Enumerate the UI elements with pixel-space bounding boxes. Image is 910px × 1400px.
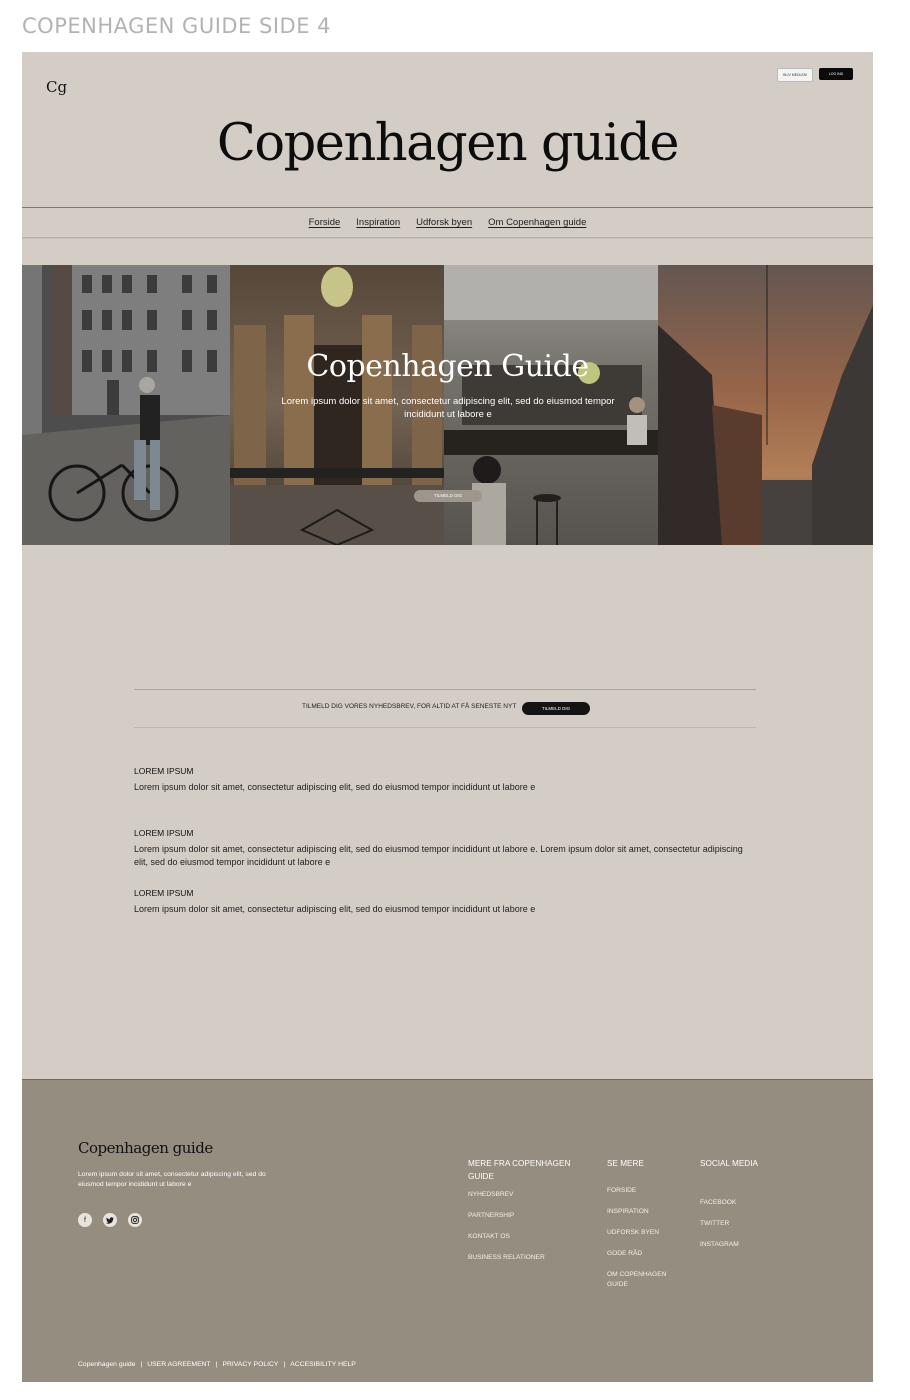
footer-link-partnership[interactable]: PARTNERSHIP [468, 1211, 588, 1221]
footer-link-facebook[interactable]: FACEBOOK [700, 1198, 790, 1208]
site-logo[interactable]: Cg [46, 64, 73, 96]
logo-letter-c: C [46, 78, 58, 96]
nav-item-udforsk-byen[interactable]: Udforsk byen [416, 217, 472, 228]
faq-item: LOREM IPSUM Lorem ipsum dolor sit amet, … [134, 888, 754, 916]
hero-title: Copenhagen Guide [306, 349, 589, 384]
footer-social-icons: f [78, 1213, 142, 1227]
footer-separator: | [283, 1361, 286, 1368]
footer-link-kontakt-os[interactable]: KONTAKT OS [468, 1232, 588, 1242]
footer-link-inspiration[interactable]: INSPIRATION [607, 1207, 687, 1217]
footer-col-heading: SE MERE [607, 1159, 644, 1168]
footer-privacy-policy-link[interactable]: PRIVACY POLICY [222, 1361, 278, 1368]
faq-body: Lorem ipsum dolor sit amet, consectetur … [134, 782, 536, 792]
faq-body: Lorem ipsum dolor sit amet, consectetur … [134, 904, 536, 914]
page-title: Copenhagen guide [216, 114, 680, 173]
hero-signup-button[interactable]: TILMELD DIG [414, 490, 482, 502]
footer-bottom-links: Copenhagen guide | USER AGREEMENT | PRIV… [78, 1361, 356, 1368]
page-frame: Cg BLIV MEDLEM LOG IND Copenhagen guide … [22, 52, 873, 1382]
faq-heading: LOREM IPSUM [134, 888, 194, 898]
footer-description: Lorem ipsum dolor sit amet, consectetur … [78, 1171, 266, 1188]
footer-bottom-brand[interactable]: Copenhagen guide [78, 1361, 135, 1368]
nav-item-inspiration[interactable]: Inspiration [356, 217, 400, 228]
footer-link-udforsk-byen[interactable]: UDFORSK BYEN [607, 1228, 687, 1238]
footer-accessibility-help-link[interactable]: ACCESIBILITY HELP [290, 1361, 356, 1368]
footer-link-gode-raad[interactable]: GODE RÅD [607, 1249, 687, 1259]
nav-item-forside[interactable]: Forside [309, 217, 341, 228]
page-label: COPENHAGEN GUIDE SIDE 4 [22, 14, 331, 38]
footer-link-instagram[interactable]: INSTAGRAM [700, 1240, 790, 1250]
footer-col-heading: MERE FRA COPENHAGEN GUIDE [468, 1159, 571, 1181]
footer-link-nyhedsbrev[interactable]: NYHEDSBREV [468, 1190, 588, 1200]
nav-divider [22, 238, 873, 239]
faq-item: LOREM IPSUM Lorem ipsum dolor sit amet, … [134, 766, 754, 794]
twitter-icon[interactable] [103, 1213, 117, 1227]
faq-heading: LOREM IPSUM [134, 766, 194, 776]
footer-separator: | [140, 1361, 143, 1368]
footer-col-social-media: SOCIAL MEDIA FACEBOOK TWITTER INSTAGRAM [700, 1157, 790, 1250]
facebook-icon[interactable]: f [78, 1213, 92, 1227]
hero-text: Lorem ipsum dolor sit amet, consectetur … [281, 396, 615, 420]
newsletter-bar: TILMELD DIG VORES NYHEDSBREV, FOR ALTID … [134, 689, 756, 728]
instagram-icon[interactable] [128, 1213, 142, 1227]
footer-user-agreement-link[interactable]: USER AGREEMENT [147, 1361, 210, 1368]
hero-banner: Copenhagen Guide Lorem ipsum dolor sit a… [22, 265, 873, 545]
footer-link-om-copenhagen-guide[interactable]: OM COPENHAGEN GUIDE [607, 1270, 679, 1290]
member-button[interactable]: BLIV MEDLEM [777, 68, 813, 82]
footer-link-twitter[interactable]: TWITTER [700, 1219, 790, 1229]
main-nav: Forside Inspiration Udforsk byen Om Cope… [22, 207, 873, 238]
header-actions: BLIV MEDLEM LOG IND [777, 68, 853, 82]
faq-item: LOREM IPSUM Lorem ipsum dolor sit amet, … [134, 828, 754, 869]
nav-item-om-copenhagen-guide[interactable]: Om Copenhagen guide [488, 217, 586, 228]
logo-letter-g: g [57, 78, 68, 96]
footer-col-heading: SOCIAL MEDIA [700, 1159, 758, 1168]
footer-col-se-mere: SE MERE FORSIDE INSPIRATION UDFORSK BYEN… [607, 1157, 687, 1290]
footer-link-forside[interactable]: FORSIDE [607, 1186, 687, 1196]
site-footer: Copenhagen guide Lorem ipsum dolor sit a… [22, 1079, 873, 1382]
faq-heading: LOREM IPSUM [134, 828, 194, 838]
faq-body: Lorem ipsum dolor sit amet, consectetur … [134, 844, 743, 867]
footer-separator: | [215, 1361, 218, 1368]
footer-brand: Copenhagen guide [78, 1139, 213, 1157]
login-button[interactable]: LOG IND [819, 68, 853, 80]
footer-link-business-relationer[interactable]: BUSINESS RELATIONER [468, 1253, 588, 1263]
newsletter-signup-button[interactable]: TILMELD DIG [522, 702, 590, 715]
newsletter-text: TILMELD DIG VORES NYHEDSBREV, FOR ALTID … [302, 703, 517, 710]
footer-col-mere: MERE FRA COPENHAGEN GUIDE NYHEDSBREV PAR… [468, 1157, 588, 1263]
